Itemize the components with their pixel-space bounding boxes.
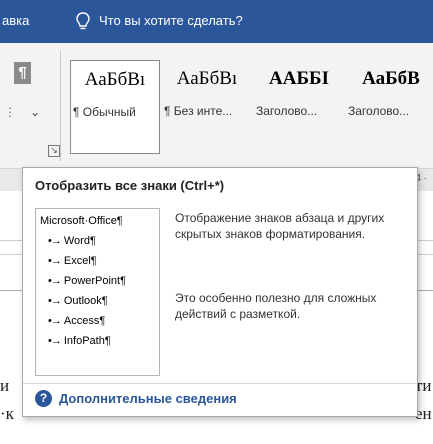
bullet-arrow-icon: •→ bbox=[48, 315, 62, 327]
tooltip-preview: Microsoft·Office¶ •→ Word¶ •→ Excel¶ •→ Pow… bbox=[35, 208, 160, 376]
help-icon[interactable]: ? bbox=[35, 390, 52, 407]
show-all-formatting-button[interactable]: ¶ bbox=[14, 62, 31, 84]
style-name: Заголово... bbox=[256, 104, 318, 118]
style-preview: АаБбВı bbox=[176, 68, 238, 89]
style-preview: АаБбВı bbox=[84, 69, 146, 90]
style-name: ¶ Обычный bbox=[73, 105, 136, 119]
preview-item: •→ Outlook¶ bbox=[48, 295, 108, 307]
tooltip-description: Это особенно полезно для сложных действи… bbox=[175, 291, 377, 321]
style-tile-normal[interactable]: АаБбВı ¶ Обычный bbox=[70, 60, 160, 154]
document-text[interactable]: и bbox=[0, 376, 9, 396]
style-tile-heading-2[interactable]: АаБбВ Заголово... bbox=[346, 60, 433, 154]
style-preview: ААББІ bbox=[269, 68, 329, 89]
bullet-arrow-icon: •→ bbox=[48, 255, 62, 267]
preview-item: •→ Excel¶ bbox=[48, 255, 97, 267]
bullet-arrow-icon: •→ bbox=[48, 295, 62, 307]
ribbon-tab-insert-partial[interactable]: авка bbox=[2, 13, 29, 28]
divider bbox=[23, 383, 417, 384]
paragraph-dialog-launcher[interactable]: ↘ bbox=[48, 145, 60, 157]
group-separator bbox=[60, 51, 61, 161]
bullet-arrow-icon: •→ bbox=[48, 335, 62, 347]
list-icon: ⋮ bbox=[4, 105, 16, 119]
preview-title: Microsoft·Office¶ bbox=[40, 215, 123, 227]
style-name: ¶ Без инте... bbox=[164, 104, 233, 118]
show-formatting-tooltip: Отобразить все знаки (Ctrl+*) Microsoft·… bbox=[22, 167, 418, 417]
styles-gallery: АаБбВı ¶ Обычный АаБбВı ¶ Без инте... АА… bbox=[70, 60, 433, 154]
style-preview: АаБбВ bbox=[362, 68, 420, 89]
tell-me-more-link[interactable]: Дополнительные сведения bbox=[59, 391, 237, 406]
ribbon: ¶ ⋮ ⌄ ↘ АаБбВı ¶ Обычный АаБбВı ¶ Без ин… bbox=[0, 43, 433, 169]
style-tile-heading-1[interactable]: ААББІ Заголово... bbox=[254, 60, 344, 154]
title-bar: авка Что вы хотите сделать? bbox=[0, 0, 433, 43]
preview-item: •→ Access¶ bbox=[48, 315, 106, 327]
tooltip-title: Отобразить все знаки (Ctrl+*) bbox=[35, 178, 225, 193]
bullet-arrow-icon: •→ bbox=[48, 275, 62, 287]
document-text[interactable]: ·к bbox=[0, 404, 14, 424]
lightbulb-icon[interactable] bbox=[76, 12, 90, 32]
preview-item: •→ InfoPath¶ bbox=[48, 335, 111, 347]
style-name: Заголово... bbox=[348, 104, 410, 118]
preview-item: •→ Word¶ bbox=[48, 235, 96, 247]
style-tile-no-spacing[interactable]: АаБбВı ¶ Без инте... bbox=[162, 60, 252, 154]
tell-me-search[interactable]: Что вы хотите сделать? bbox=[99, 13, 243, 28]
tooltip-description: Отображение знаков абзаца и других скрыт… bbox=[175, 211, 385, 241]
bullet-arrow-icon: •→ bbox=[48, 235, 62, 247]
chevron-down-icon: ⌄ bbox=[30, 105, 41, 119]
paragraph-dropdown[interactable]: ⋮ ⌄ bbox=[4, 105, 44, 123]
preview-item: •→ PowerPoint¶ bbox=[48, 275, 127, 287]
